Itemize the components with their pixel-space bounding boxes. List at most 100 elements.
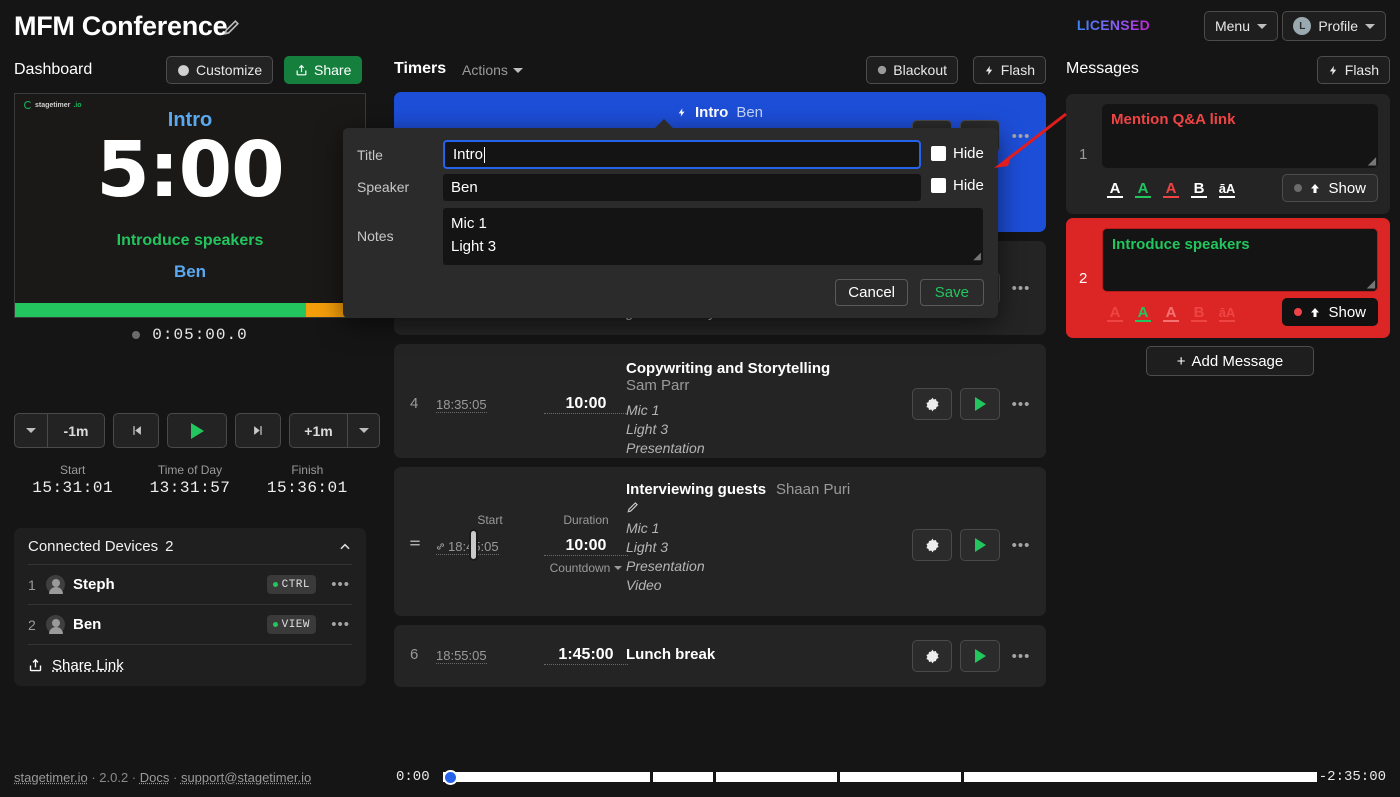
format-white-button[interactable]: A: [1102, 176, 1128, 200]
settings-button[interactable]: [912, 529, 952, 561]
more-button[interactable]: •••: [1008, 120, 1034, 152]
timer-note: Video: [626, 576, 886, 595]
timer-row[interactable]: 6 18:55:05 1:45:00 Lunch break •••: [394, 625, 1046, 687]
speaker-field-label: Speaker: [357, 179, 409, 195]
timer-duration: 1:45:00: [544, 646, 628, 665]
actions-dropdown[interactable]: Actions: [462, 62, 523, 78]
progress-segment[interactable]: [964, 772, 1317, 782]
format-red-button[interactable]: A: [1158, 176, 1184, 200]
speaker-input[interactable]: Ben: [443, 174, 921, 201]
progress-segment[interactable]: [653, 772, 713, 782]
gear-icon: [925, 397, 940, 412]
format-bold-button[interactable]: B: [1186, 176, 1212, 200]
minus-dropdown-button[interactable]: [14, 413, 47, 448]
popover-arrow: [655, 119, 673, 128]
cancel-button[interactable]: Cancel: [835, 279, 908, 306]
start-button[interactable]: [960, 640, 1000, 672]
messages-panel: Messages Flash 1 Mention Q&A link ◢ A A …: [1060, 50, 1400, 797]
menu-label: Menu: [1215, 18, 1250, 34]
progress-segment[interactable]: [840, 772, 961, 782]
flash-button[interactable]: Flash: [973, 56, 1046, 84]
timer-row[interactable]: 4 18:35:05 10:00 Copywriting and Storyte…: [394, 344, 1046, 458]
pencil-icon[interactable]: [222, 17, 242, 37]
previous-timer-button[interactable]: [113, 413, 159, 448]
avatar: [46, 575, 65, 594]
flash-label: Flash: [1001, 62, 1035, 78]
format-bold-button[interactable]: B: [1186, 300, 1212, 324]
profile-button[interactable]: L Profile: [1282, 11, 1386, 41]
more-button[interactable]: •••: [1008, 388, 1034, 420]
connected-devices-header[interactable]: Connected Devices 2: [28, 528, 352, 564]
device-row[interactable]: 1 Steph CTRL •••: [28, 564, 352, 604]
add-message-button[interactable]: + Add Message: [1146, 346, 1314, 376]
resize-handle-icon[interactable]: ◢: [1368, 156, 1376, 167]
message-show-button[interactable]: Show: [1282, 174, 1378, 202]
next-timer-button[interactable]: [235, 413, 281, 448]
play-button[interactable]: [167, 413, 227, 448]
chevron-up-icon[interactable]: [338, 540, 352, 554]
device-more-button[interactable]: •••: [331, 616, 350, 633]
device-name: Ben: [73, 616, 101, 633]
share-link-button[interactable]: Share Link: [28, 644, 352, 686]
dashboard-header: Dashboard Customize Share: [14, 56, 366, 86]
settings-button[interactable]: [912, 388, 952, 420]
drag-handle[interactable]: [406, 536, 424, 553]
duration-column-label: Duration: [544, 513, 628, 527]
device-index: 1: [28, 577, 46, 593]
settings-button[interactable]: [912, 640, 952, 672]
format-white-button[interactable]: A: [1102, 300, 1128, 324]
hide-title-checkbox[interactable]: Hide: [931, 145, 984, 162]
flash-label: Flash: [1345, 62, 1379, 78]
timer-row-hovered[interactable]: Start 18:45:05 Duration 10:00 Countdown …: [394, 467, 1046, 616]
menu-button[interactable]: Menu: [1204, 11, 1278, 41]
progress-track[interactable]: [443, 772, 1317, 782]
timer-start-time: 18:55:05: [436, 648, 487, 664]
more-button[interactable]: •••: [1008, 640, 1034, 672]
device-more-button[interactable]: •••: [331, 576, 350, 593]
edit-timer-popover: Title Intro Hide Speaker Ben Hide Notes …: [343, 128, 998, 318]
hide-speaker-checkbox[interactable]: Hide: [931, 177, 984, 194]
blackout-button[interactable]: Blackout: [866, 56, 958, 84]
minus-one-minute-button[interactable]: -1m: [47, 413, 105, 448]
share-button[interactable]: Share: [284, 56, 362, 84]
add-message-label: Add Message: [1192, 353, 1284, 370]
format-red-button[interactable]: A: [1158, 300, 1184, 324]
timer-body: Interviewing guests Shaan Puri Mic 1 Lig…: [626, 481, 886, 595]
format-green-button[interactable]: A: [1130, 176, 1156, 200]
plus-one-minute-button[interactable]: +1m: [289, 413, 347, 448]
start-button[interactable]: [960, 529, 1000, 561]
customize-button[interactable]: Customize: [166, 56, 273, 84]
message-show-button[interactable]: Show: [1282, 298, 1378, 326]
timers-header: Timers Actions Blackout Flash: [394, 56, 1046, 86]
notes-textarea[interactable]: Mic 1 Light 3 ◢: [443, 208, 983, 265]
plus-dropdown-button[interactable]: [347, 413, 380, 448]
share-icon: [28, 658, 43, 673]
connected-devices-title: Connected Devices: [28, 538, 158, 555]
more-button[interactable]: •••: [1008, 272, 1034, 304]
progress-knob[interactable]: [443, 770, 458, 785]
timer-actions: •••: [912, 640, 1034, 672]
message-card-live[interactable]: 2 Introduce speakers ◢ A A A B āA Show: [1066, 218, 1390, 338]
active-row-title: Intro: [695, 104, 728, 121]
hide-title-label: Hide: [953, 145, 984, 162]
message-textarea[interactable]: Introduce speakers ◢: [1102, 228, 1378, 292]
device-row[interactable]: 2 Ben VIEW •••: [28, 604, 352, 644]
format-uppercase-button[interactable]: āA: [1214, 176, 1240, 200]
progress-segment[interactable]: [716, 772, 837, 782]
more-button[interactable]: •••: [1008, 529, 1034, 561]
message-card[interactable]: 1 Mention Q&A link ◢ A A A B āA Show: [1066, 94, 1390, 214]
message-textarea[interactable]: Mention Q&A link ◢: [1102, 104, 1378, 168]
timer-mode-dropdown[interactable]: Countdown: [544, 561, 628, 575]
resize-handle-icon[interactable]: ◢: [1367, 279, 1375, 290]
save-button[interactable]: Save: [920, 279, 984, 306]
timer-start-time: 18:35:05: [436, 397, 487, 413]
start-button[interactable]: [960, 388, 1000, 420]
resize-handle-icon[interactable]: ◢: [973, 249, 981, 264]
format-green-button[interactable]: A: [1130, 300, 1156, 324]
messages-flash-button[interactable]: Flash: [1317, 56, 1390, 84]
status-dot-icon: [1294, 308, 1302, 316]
title-input[interactable]: Intro: [443, 140, 921, 169]
progress-segment[interactable]: [443, 772, 650, 782]
pencil-icon[interactable]: [626, 500, 640, 514]
format-uppercase-button[interactable]: āA: [1214, 300, 1240, 324]
